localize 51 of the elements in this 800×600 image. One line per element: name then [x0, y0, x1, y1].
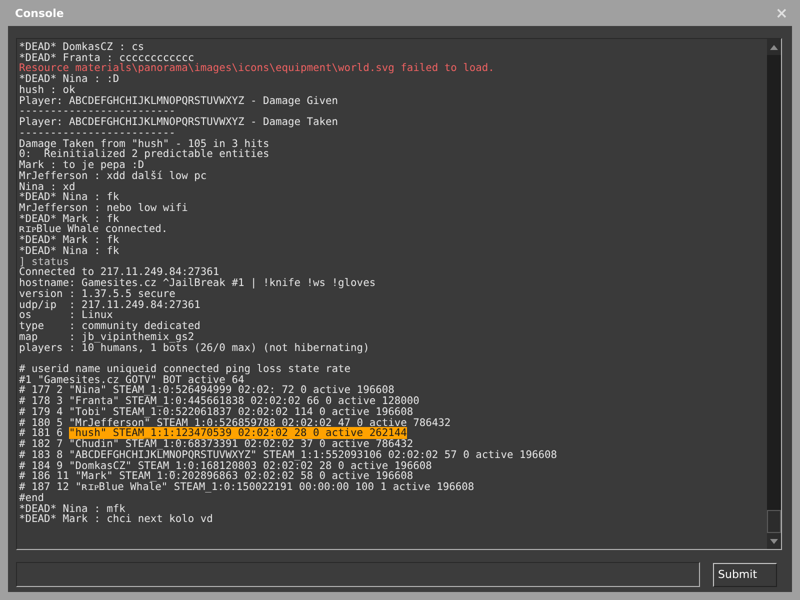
console-line: os : Linux — [19, 310, 113, 322]
console-line: # 182 7 "Chudin" STEAM_1:0:68373391 02:02:02 37 0 active 786432 — [19, 439, 414, 450]
window-title: Console — [15, 6, 64, 20]
console-line: *DEAD* Nina : mfk — [19, 504, 126, 514]
console-line: *DEAD* DomkasCZ : cs — [19, 42, 144, 53]
console-line: *DEAD* Mark : fk — [19, 235, 120, 246]
scrollbar[interactable] — [767, 39, 781, 549]
console-line: ------------------------- — [19, 128, 176, 139]
console-line: *DEAD* Nina : fk — [19, 246, 120, 257]
highlighted-line: # 181 6 "hush" STEAM_1:1:123470539 02:02:02 28 0 active 262144 — [19, 428, 407, 440]
console-line: ʀɪᴘBlue Whale connected. — [19, 224, 168, 236]
console-line: 0: Reinitialized 2 predictable entities — [19, 149, 270, 160]
console-line: # 186 11 "Mark" STEAM_1:0:202896863 02:02:02 58 0 active 196608 — [19, 471, 414, 482]
console-line: hush : ok — [19, 84, 76, 96]
scroll-up-icon[interactable] — [770, 44, 778, 50]
console-line: Nina : xd — [19, 182, 76, 192]
command-line: ] status — [19, 256, 70, 268]
console-line: hostname: Gamesites.cz ^JailBreak #1 | !knife !ws !gloves — [19, 278, 376, 289]
command-input[interactable] — [16, 562, 700, 587]
console-line: Mark : to je pepa :D — [19, 160, 144, 171]
console-line: # userid name uniqueid connected ping loss state rate — [19, 364, 351, 375]
console-line: ------------------------- — [19, 106, 176, 118]
scroll-down-icon[interactable] — [770, 538, 778, 544]
console-line: # 180 5 "MrJefferson" STEAM_1:0:526859788 02:02:02 47 0 active 786432 — [19, 418, 451, 428]
submit-button[interactable]: Submit — [713, 562, 777, 586]
console-line: Damage Taken from "hush" - 105 in 3 hits — [19, 138, 270, 150]
console-line: MrJefferson : nebo low wifi — [19, 203, 188, 214]
console-line: Connected to 217.11.249.84:27361 — [19, 267, 220, 278]
console-line: map : jb_vipinthemix_gs2 — [19, 332, 194, 343]
scroll-thumb[interactable] — [767, 510, 781, 533]
console-line: players : 10 humans, 1 bots (26/0 max) (not hibernating) — [19, 342, 370, 354]
console-line: *DEAD* Nina : :D — [19, 74, 120, 85]
console-line: *DEAD* Mark : chci next kolo vd — [19, 514, 213, 526]
console-line: *DEAD* Nina : fk — [19, 192, 120, 204]
console-line: version : 1.37.5.5 secure — [19, 288, 176, 300]
console-line: *DEAD* Mark : fk — [19, 214, 120, 224]
console-line: # 179 4 "Tobi" STEAM_1:0:522061837 02:02:02 114 0 active 196608 — [19, 406, 414, 418]
console-line: Player: ABCDEFGHCHIJKLMNOPQRSTUVWXYZ - Damage Taken — [19, 117, 338, 128]
console-line: # 184 9 "DomkasCZ" STEAM_1:0:168120803 02:02:02 28 0 active 196608 — [19, 460, 432, 472]
console-line: # 178 3 "Franta" STEAM_1:0:445661838 02:02:02 66 0 active 128000 — [19, 396, 420, 407]
console-line: MrJefferson : xdd další low pc — [19, 170, 207, 182]
console-line: # 187 12 "ʀɪᴘBlue Whale" STEAM_1:0:150022191 00:00:00 100 1 active 196608 — [19, 482, 474, 493]
console-line: #end — [19, 492, 44, 504]
console-line: # 183 8 "ABCDEFGHCHIJKLMNOPQRSTUVWXYZ" STEAM_1:1:552093106 02:02:02 57 0 active 196608 — [19, 450, 557, 461]
console-line: Player: ABCDEFGHCHIJKLMNOPQRSTUVWXYZ - Damage Given — [19, 96, 338, 106]
console-line: #1 "Gamesites.cz GOTV" BOT active 64 — [19, 374, 244, 386]
console-line: udp/ip : 217.11.249.84:27361 — [19, 300, 200, 310]
console-line: type : community dedicated — [19, 321, 200, 332]
error-line: Resource materials\panorama\images\icons\equipment\world.svg failed to load. — [19, 63, 494, 74]
console-line: *DEAD* Franta : cccccccccccc — [19, 52, 194, 64]
console-line: # 177 2 "Nina" STEAM_1:0:526494999 02:02: 72 0 active 196608 — [19, 385, 394, 396]
